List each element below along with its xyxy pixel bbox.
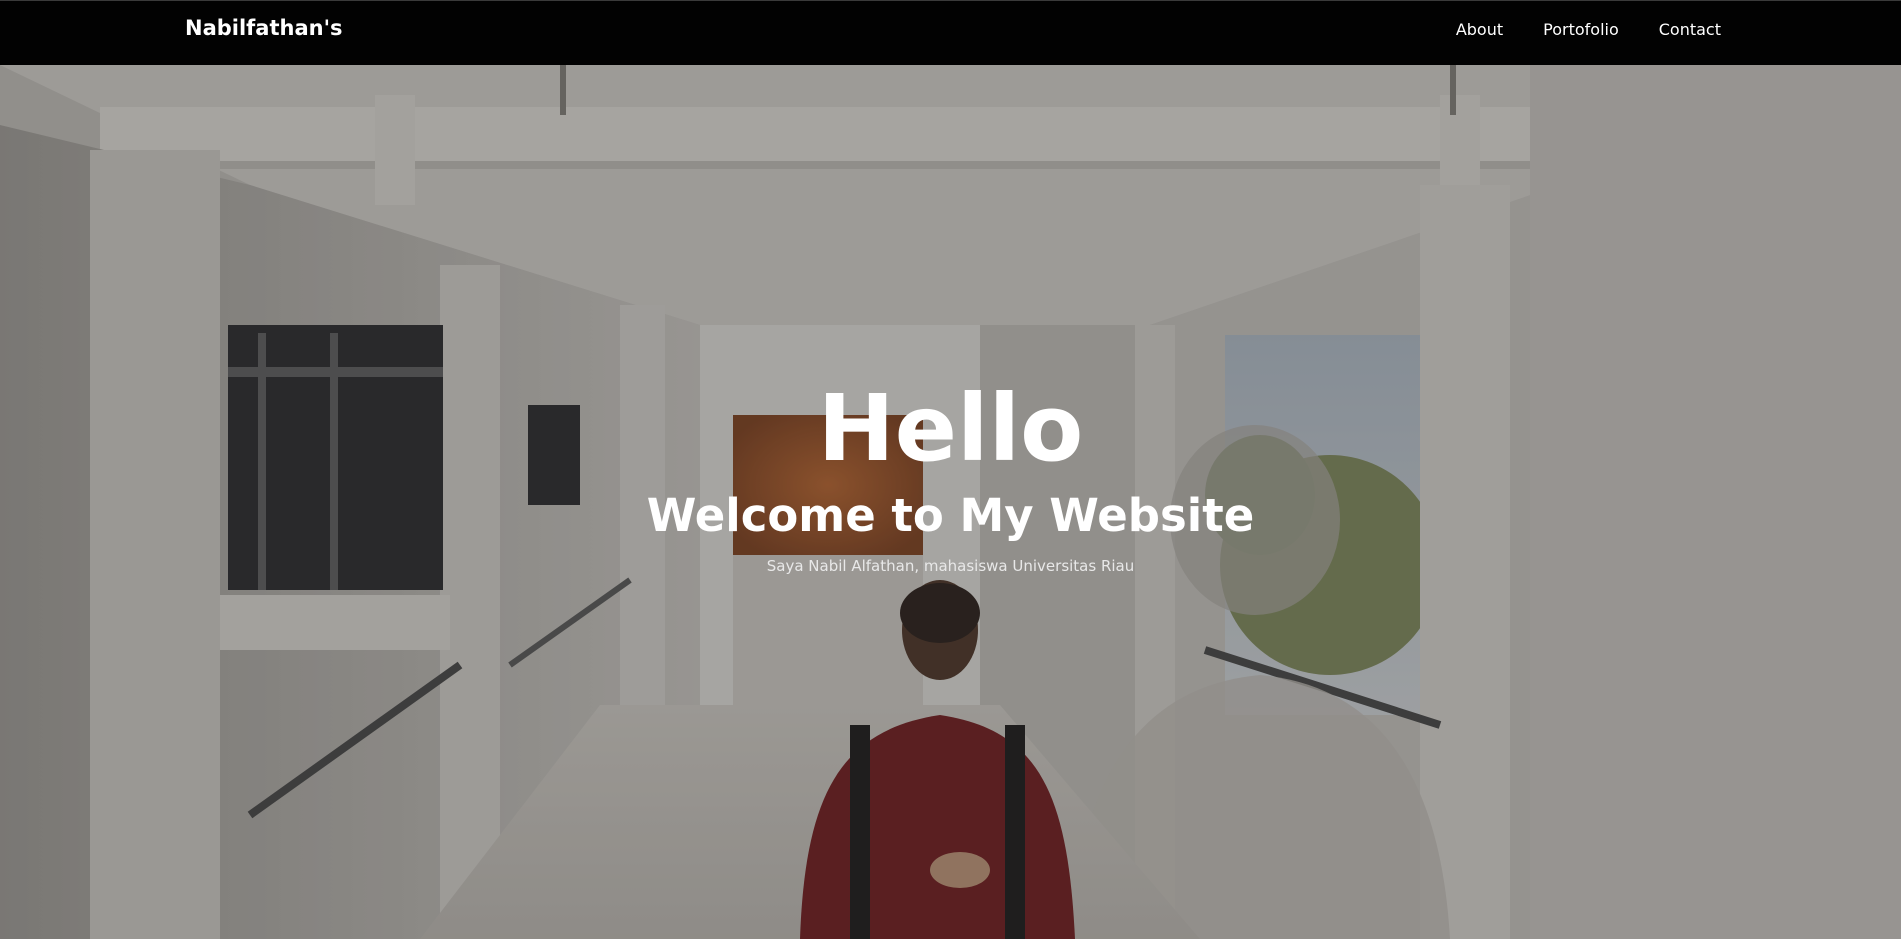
nav-links: About Portofolio Contact [1416,20,1721,39]
brand-logo[interactable]: Nabilfathan's [185,16,343,40]
nav-link-about[interactable]: About [1456,20,1503,39]
hero-heading: Hello [817,375,1084,482]
hero-section: Hello Welcome to My Website Saya Nabil A… [0,65,1901,939]
navbar: Nabilfathan's About Portofolio Contact [0,0,1901,65]
nav-link-portofolio[interactable]: Portofolio [1543,20,1619,39]
nav-link-contact[interactable]: Contact [1659,20,1721,39]
hero-tagline: Saya Nabil Alfathan, mahasiswa Universit… [766,557,1135,575]
hero-subheading: Welcome to My Website [646,489,1255,542]
page: Nabilfathan's About Portofolio Contact H… [0,0,1901,939]
